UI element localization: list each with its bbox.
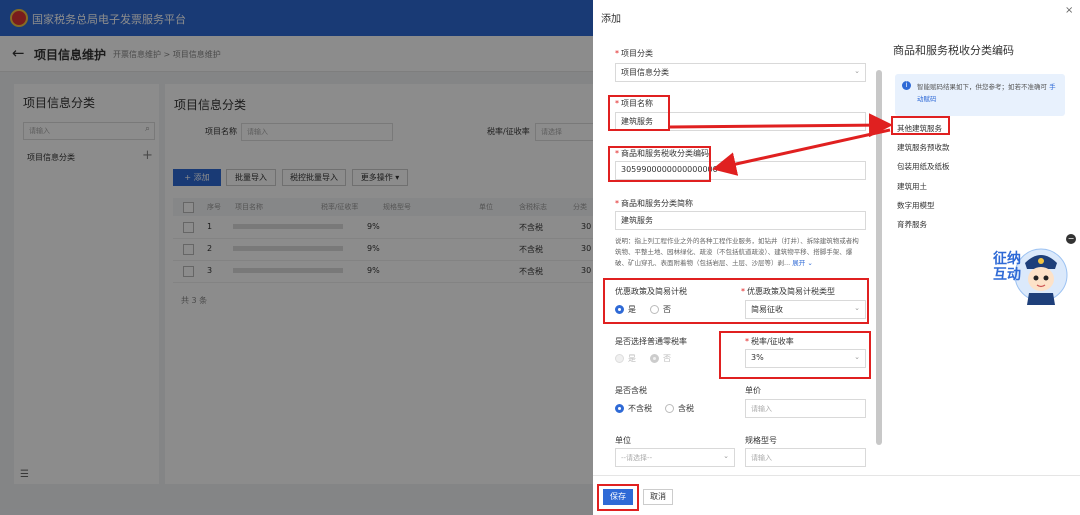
arrow-to-tax-code (712, 128, 891, 176)
arrow-to-code-option (669, 113, 893, 138)
annotation-arrows (669, 113, 893, 176)
